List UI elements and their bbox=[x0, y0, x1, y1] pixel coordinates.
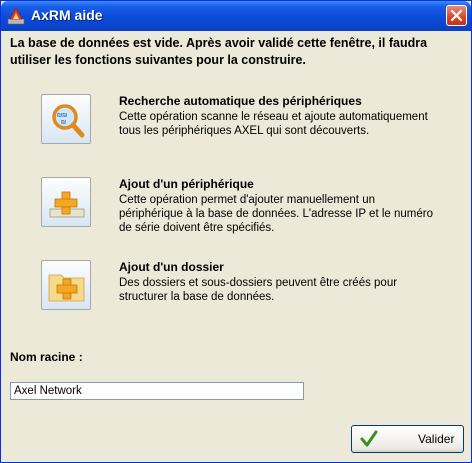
intro-text: La base de données est vide. Après avoir… bbox=[10, 36, 428, 67]
option-title: Ajout d'un périphérique bbox=[119, 177, 254, 191]
add-folder-icon bbox=[48, 274, 85, 302]
validate-button[interactable]: Valider bbox=[351, 425, 464, 453]
svg-text:₪₪: ₪₪ bbox=[57, 113, 67, 119]
option-title: Ajout d'un dossier bbox=[119, 260, 224, 274]
add-device-icon bbox=[49, 191, 85, 218]
window-title: AxRM aide bbox=[31, 7, 103, 23]
close-button[interactable] bbox=[446, 5, 467, 26]
dialog-window: AxRM aide La base de données est vide. A… bbox=[0, 0, 472, 463]
root-name-input[interactable] bbox=[10, 382, 304, 400]
option-icon-button[interactable] bbox=[41, 260, 91, 310]
title-bar[interactable]: AxRM aide bbox=[1, 1, 471, 31]
option-description: Cette opération permet d'ajouter manuell… bbox=[119, 194, 433, 234]
option-description: Des dossiers et sous-dossiers peuvent êt… bbox=[119, 277, 398, 303]
magnifier-network-icon: ₪₪ ₪ bbox=[52, 104, 85, 138]
root-name-label: Nom racine : bbox=[10, 350, 83, 364]
validate-label: Valider bbox=[418, 432, 455, 446]
svg-text:₪: ₪ bbox=[61, 120, 66, 126]
close-icon bbox=[450, 9, 463, 22]
option-icon-button[interactable] bbox=[41, 177, 91, 227]
option-description: Cette opération scanne le réseau et ajou… bbox=[119, 111, 428, 137]
checkmark-icon bbox=[360, 430, 378, 447]
option-icon-button[interactable]: ₪₪ ₪ bbox=[41, 94, 91, 144]
option-title: Recherche automatique des périphériques bbox=[119, 94, 362, 108]
axrm-logo-icon bbox=[7, 7, 25, 25]
